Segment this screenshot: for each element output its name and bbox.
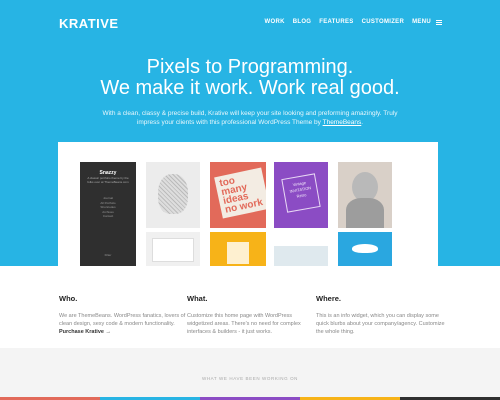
snazzy-subtitle: A classic portfolio theme by the folks o…: [87, 176, 129, 184]
hero-headline-1: Pixels to Programming.: [146, 56, 354, 78]
vintage-badge: Vintage INVITATION Retro: [281, 173, 321, 213]
snazzy-footer: Filter: [104, 253, 112, 257]
ideas-card: too many ideas no work: [214, 167, 266, 219]
work-section-title: WHAT WE HAVE BEEN WORKING ON: [201, 376, 299, 381]
info-column-who: Who. We are ThemeBeans. WordPress fanati…: [59, 294, 189, 336]
work-section: [0, 348, 500, 400]
purchase-krative-link[interactable]: Purchase Krative →: [59, 329, 111, 335]
info-title-who: Who.: [59, 294, 78, 303]
portfolio-tile-snazzy[interactable]: Snazzy A classic portfolio theme by the …: [80, 162, 136, 266]
hero-intro-text: impress your clients with this professio…: [136, 119, 321, 126]
themebeans-link[interactable]: ThemeBeans: [323, 119, 362, 126]
snazzy-link: Contact: [102, 214, 114, 218]
portfolio-tile-vintage[interactable]: Vintage INVITATION Retro: [274, 162, 328, 228]
portfolio-tile-sketch-portrait[interactable]: [146, 162, 200, 228]
info-column-what: What. Customize this home page with Word…: [187, 294, 317, 336]
hero-section: KRATIVE WORK BLOG FEATURES CUSTOMIZER ME…: [0, 0, 500, 266]
portfolio-showcase: Snazzy A classic portfolio theme by the …: [58, 142, 438, 266]
hero-intro-line-1: With a clean, classy & precise build, Kr…: [102, 110, 398, 117]
portrait-body-image: [346, 198, 384, 228]
info-column-where: Where. This is an info widget, which you…: [316, 294, 446, 336]
info-text-where: This is an info widget, which you can di…: [316, 313, 445, 335]
portfolio-tile-photo-portrait[interactable]: [338, 162, 392, 228]
nav-item-blog[interactable]: BLOG: [293, 19, 312, 25]
portfolio-tile-mustache[interactable]: [338, 232, 392, 266]
info-body-who: We are ThemeBeans. WordPress fanatics, l…: [59, 313, 186, 327]
snazzy-links: Journal All Portfolio Shortcodes Archive…: [80, 196, 136, 219]
menu-label: MENU: [412, 19, 431, 25]
nav-item-work[interactable]: WORK: [265, 19, 285, 25]
portfolio-tile-ideas[interactable]: too many ideas no work: [210, 162, 266, 228]
mustache-icon: [352, 244, 378, 253]
main-nav: WORK BLOG FEATURES CUSTOMIZER MENU: [265, 19, 442, 25]
portfolio-tile-screenshot[interactable]: [146, 232, 200, 266]
info-text-who: We are ThemeBeans. WordPress fanatics, l…: [59, 312, 189, 336]
sketch-portrait-image: [158, 174, 188, 214]
portfolio-tile-light[interactable]: [274, 246, 328, 266]
info-title-what: What.: [187, 294, 208, 303]
hamburger-icon: [436, 19, 442, 25]
portfolio-tile-yellow[interactable]: [210, 232, 266, 266]
nav-item-customizer[interactable]: CUSTOMIZER: [362, 19, 405, 25]
hero-intro-period: .: [361, 119, 364, 126]
menu-button[interactable]: MENU: [412, 19, 442, 25]
hero-headline-2: We make it work. Work real good.: [100, 77, 400, 99]
nav-item-features[interactable]: FEATURES: [319, 19, 353, 25]
hero-intro-line-2: impress your clients with this professio…: [0, 118, 500, 127]
info-text-what: Customize this home page with WordPress …: [187, 313, 301, 335]
screenshot-image: [152, 238, 194, 262]
info-title-where: Where.: [316, 294, 342, 303]
box-icon: [227, 242, 249, 264]
site-logo[interactable]: KRATIVE: [59, 16, 119, 31]
